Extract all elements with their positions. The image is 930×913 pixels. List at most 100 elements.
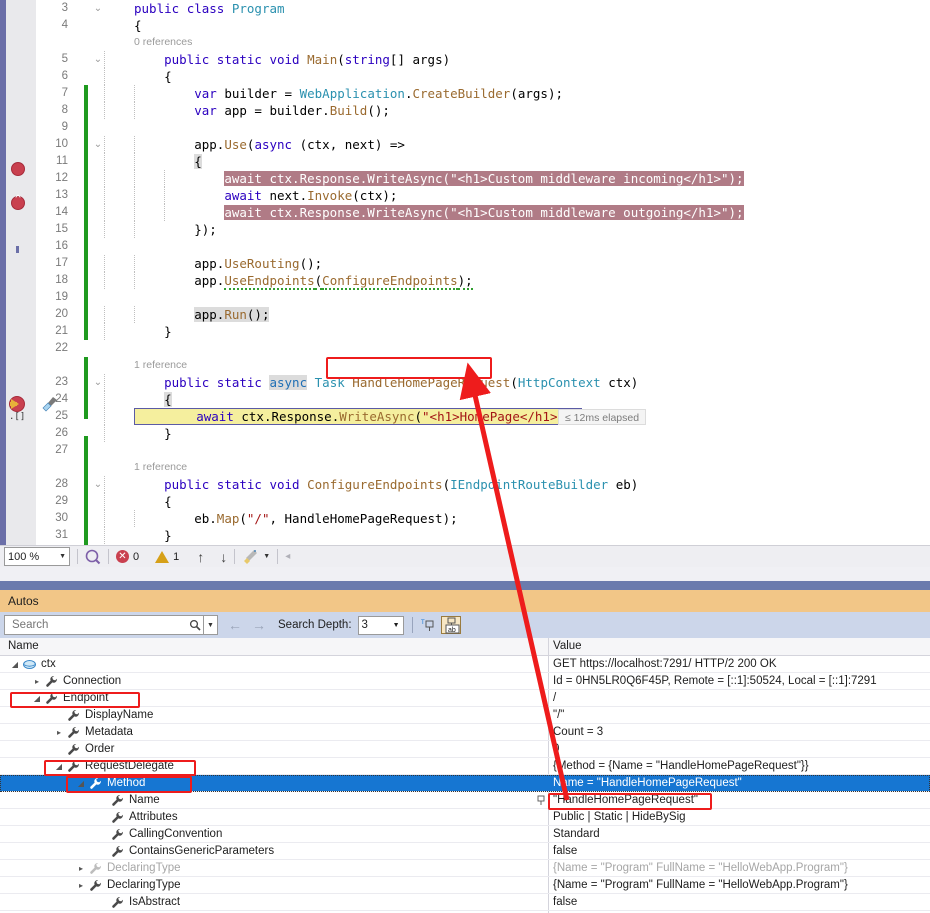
code-line-19[interactable]: 19 [36, 289, 930, 306]
code-line-31[interactable]: 31 } [36, 527, 930, 544]
codelens-reference-count[interactable]: 1 reference [134, 459, 187, 476]
code-line-14[interactable]: 14 await ctx.Response.WriteAsync("<h1>Cu… [36, 204, 930, 221]
code-line-3[interactable]: 3⌄public class Program [36, 0, 930, 17]
table-row[interactable]: ▸DeclaringType{Name = "Program" FullName… [0, 860, 930, 877]
collapse-chevron-icon[interactable]: ⌄ [92, 476, 104, 493]
string-view-toggle-icon[interactable]: ab [441, 616, 461, 634]
variable-value[interactable]: false [553, 894, 577, 911]
editor-glyph-margin[interactable] [6, 0, 36, 545]
autos-toolbar[interactable]: ▼ ← → Search Depth: 3 ▼ T ab [0, 612, 930, 638]
expander-expand-icon[interactable]: ▸ [32, 673, 42, 690]
code-editor[interactable]: 3⌄public class Program4{0 references5⌄ p… [0, 0, 930, 545]
table-row[interactable]: Name"HandleHomePageRequest" [0, 792, 930, 809]
code-line-30[interactable]: 30 eb.Map("/", HandleHomePageRequest); [36, 510, 930, 527]
code-line-8[interactable]: 8 var app = builder.Build(); [36, 102, 930, 119]
intellisense-icon[interactable] [85, 549, 101, 565]
collapse-panel-button[interactable]: ◂ [285, 551, 290, 562]
code-line-18[interactable]: 18 app.UseEndpoints(ConfigureEndpoints); [36, 272, 930, 289]
code-line-13[interactable]: 13 await next.Invoke(ctx); [36, 187, 930, 204]
breakpoint-conditional-line-14[interactable] [11, 196, 25, 210]
code-cleanup-broom-icon[interactable] [242, 549, 260, 565]
breakpoint-line-12[interactable] [11, 162, 25, 176]
expander-collapse-icon[interactable]: ◢ [10, 656, 20, 673]
column-header-name[interactable]: Name [8, 638, 39, 655]
search-icon[interactable] [189, 619, 201, 631]
expander-expand-icon[interactable]: ▸ [76, 877, 86, 894]
code-line-29[interactable]: 29 { [36, 493, 930, 510]
code-line-12[interactable]: 12 await ctx.Response.WriteAsync("<h1>Cu… [36, 170, 930, 187]
table-row[interactable]: ◢Endpoint/ [0, 690, 930, 707]
expander-collapse-icon[interactable]: ◢ [32, 690, 42, 707]
collapse-chevron-icon[interactable]: ⌄ [92, 0, 104, 17]
code-line-5[interactable]: 5⌄ public static void Main(string[] args… [36, 51, 930, 68]
variable-value[interactable]: Name = "HandleHomePageRequest" [553, 775, 742, 792]
search-next-button[interactable]: → [252, 617, 266, 633]
codelens-reference-count[interactable]: 0 references [134, 34, 192, 51]
table-row[interactable]: DisplayName"/" [0, 707, 930, 724]
code-line-6[interactable]: 6 { [36, 68, 930, 85]
cleanup-chevron-down-icon[interactable]: ▼ [263, 553, 270, 560]
table-row[interactable]: ◢RequestDelegate{Method = {Name = "Handl… [0, 758, 930, 775]
bookmark-marker[interactable] [16, 246, 19, 253]
code-line-27[interactable]: 27 [36, 442, 930, 459]
code-line-21[interactable]: 21 } [36, 323, 930, 340]
search-input[interactable] [10, 618, 170, 632]
screwdriver-icon[interactable] [42, 396, 58, 412]
code-line-9[interactable]: 9 [36, 119, 930, 136]
code-line-26[interactable]: 26 } [36, 425, 930, 442]
table-row[interactable]: ContainsGenericParametersfalse [0, 843, 930, 860]
code-line-10[interactable]: 10⌄ app.Use(async (ctx, next) => [36, 136, 930, 153]
next-issue-button[interactable]: ↓ [220, 549, 227, 565]
variable-value[interactable]: Count = 3 [553, 724, 603, 741]
codelens-row[interactable]: 1 reference [36, 459, 930, 476]
code-line-23[interactable]: 23⌄ public static async Task HandleHomeP… [36, 374, 930, 391]
autos-panel-title[interactable]: Autos [0, 590, 930, 612]
expander-collapse-icon[interactable]: ◢ [54, 758, 64, 775]
code-line-20[interactable]: 20 app.Run(); [36, 306, 930, 323]
code-line-11[interactable]: 11 { [36, 153, 930, 170]
variable-value[interactable]: {Name = "Program" FullName = "HelloWebAp… [553, 860, 848, 877]
search-options-dropdown[interactable]: ▼ [204, 615, 218, 635]
variable-value[interactable]: Public | Static | HideBySig [553, 809, 686, 826]
collapse-chevron-icon[interactable]: ⌄ [92, 51, 104, 68]
variable-value[interactable]: {Method = {Name = "HandleHomePageRequest… [553, 758, 809, 775]
table-row[interactable]: ▸DeclaringType{Name = "Program" FullName… [0, 877, 930, 894]
variable-value[interactable]: GET https://localhost:7291/ HTTP/2 200 O… [553, 656, 777, 673]
variable-value[interactable]: / [553, 690, 556, 707]
expander-expand-icon[interactable]: ▸ [76, 860, 86, 877]
code-line-15[interactable]: 15 }); [36, 221, 930, 238]
code-line-24[interactable]: 24 { [36, 391, 930, 408]
expander-expand-icon[interactable]: ▸ [54, 724, 64, 741]
search-previous-button[interactable]: ← [228, 617, 242, 633]
table-row[interactable]: ◢MethodName = "HandleHomePageRequest" [0, 775, 930, 792]
column-header-value[interactable]: Value [553, 638, 582, 655]
current-statement-breakpoint-line-25[interactable] [9, 396, 27, 412]
pin-icon[interactable]: T [421, 618, 436, 633]
error-count-item[interactable]: ✕ 0 [116, 550, 139, 563]
table-row[interactable]: IsAbstractfalse [0, 894, 930, 911]
variable-value[interactable]: {Name = "Program" FullName = "HelloWebAp… [553, 877, 848, 894]
pin-icon[interactable] [536, 795, 546, 806]
table-row[interactable]: ▸MetadataCount = 3 [0, 724, 930, 741]
collapse-chevron-icon[interactable]: ⌄ [92, 374, 104, 391]
code-line-16[interactable]: 16 [36, 238, 930, 255]
code-line-25[interactable]: 25 await ctx.Response.WriteAsync("<h1>Ho… [36, 408, 930, 425]
codelens-row[interactable]: 1 reference [36, 357, 930, 374]
collapse-chevron-icon[interactable]: ⌄ [92, 136, 104, 153]
table-row[interactable]: CallingConventionStandard [0, 826, 930, 843]
warning-count-item[interactable]: 1 [155, 551, 179, 563]
code-line-22[interactable]: 22 [36, 340, 930, 357]
variable-value[interactable]: "HandleHomePageRequest" [553, 792, 698, 809]
code-surface[interactable]: 3⌄public class Program4{0 references5⌄ p… [36, 0, 930, 545]
table-row[interactable]: ▸ConnectionId = 0HN5LR0Q6F45P, Remote = … [0, 673, 930, 690]
code-line-17[interactable]: 17 app.UseRouting(); [36, 255, 930, 272]
codelens-row[interactable]: 0 references [36, 34, 930, 51]
variable-value[interactable]: Id = 0HN5LR0Q6F45P, Remote = [::1]:50524… [553, 673, 877, 690]
expander-collapse-icon[interactable]: ◢ [76, 775, 86, 792]
previous-issue-button[interactable]: ↑ [197, 549, 204, 565]
search-depth-combo[interactable]: 3 ▼ [358, 616, 404, 635]
variables-grid-rows[interactable]: ◢ctxGET https://localhost:7291/ HTTP/2 2… [0, 656, 930, 913]
table-row[interactable]: ◢ctxGET https://localhost:7291/ HTTP/2 2… [0, 656, 930, 673]
table-row[interactable]: Order0 [0, 741, 930, 758]
variable-value[interactable]: false [553, 843, 577, 860]
